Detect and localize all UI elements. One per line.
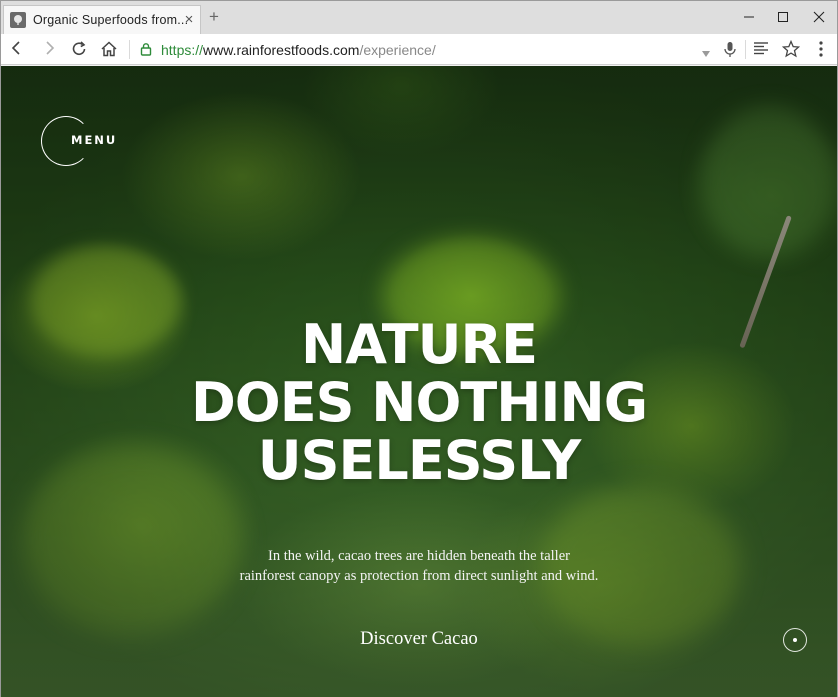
- headline-line-1: NATURE: [301, 313, 538, 376]
- close-window-button[interactable]: [807, 6, 831, 28]
- scroll-indicator-button[interactable]: [783, 628, 807, 652]
- browser-tab[interactable]: Organic Superfoods from... ×: [3, 5, 201, 34]
- bookmark-star-icon[interactable]: [779, 37, 803, 61]
- url-path: /experience/: [359, 42, 436, 58]
- url-scheme: https://: [161, 42, 204, 58]
- hero-section: MENU NATURE DOES NOTHING USELESSLY In th…: [1, 66, 837, 697]
- description-line-1: In the wild, cacao trees are hidden bene…: [268, 548, 570, 564]
- reader-mode-icon[interactable]: [749, 37, 773, 61]
- lock-icon: [139, 42, 153, 56]
- headline-line-2: DOES NOTHING: [190, 371, 648, 434]
- back-icon[interactable]: [5, 37, 29, 61]
- tab-title: Organic Superfoods from...: [33, 13, 189, 27]
- hero-description: In the wild, cacao trees are hidden bene…: [161, 546, 677, 586]
- forward-icon[interactable]: [37, 37, 61, 61]
- reload-icon[interactable]: [67, 37, 91, 61]
- headline-line-3: USELESSLY: [257, 429, 581, 492]
- maximize-button[interactable]: [771, 6, 795, 28]
- tree-favicon-icon: [10, 12, 26, 28]
- discover-cacao-link[interactable]: Discover Cacao: [319, 629, 519, 650]
- address-bar[interactable]: https://www.rainforestfoods.com/experien…: [133, 38, 745, 61]
- browser-window: Organic Superfoods from... × + https://w…: [0, 0, 838, 697]
- dropdown-icon[interactable]: [701, 45, 711, 63]
- scroll-dot-icon: [793, 638, 797, 642]
- more-icon[interactable]: [809, 37, 833, 61]
- menu-label[interactable]: MENU: [71, 133, 117, 147]
- minimize-button[interactable]: [737, 6, 761, 28]
- description-line-2: rainforest canopy as protection from dir…: [239, 568, 599, 584]
- tab-close-icon[interactable]: ×: [181, 12, 197, 28]
- hero-headline: NATURE DOES NOTHING USELESSLY: [161, 316, 677, 490]
- new-tab-button[interactable]: +: [205, 8, 223, 26]
- home-icon[interactable]: [97, 37, 121, 61]
- tab-strip: Organic Superfoods from... × +: [1, 1, 837, 34]
- browser-toolbar: https://www.rainforestfoods.com/experien…: [1, 34, 837, 65]
- url-text: https://www.rainforestfoods.com/experien…: [161, 42, 436, 58]
- toolbar-separator: [745, 40, 746, 59]
- microphone-icon[interactable]: [723, 41, 737, 63]
- url-host: www.rainforestfoods.com: [203, 42, 360, 58]
- toolbar-separator: [129, 40, 130, 59]
